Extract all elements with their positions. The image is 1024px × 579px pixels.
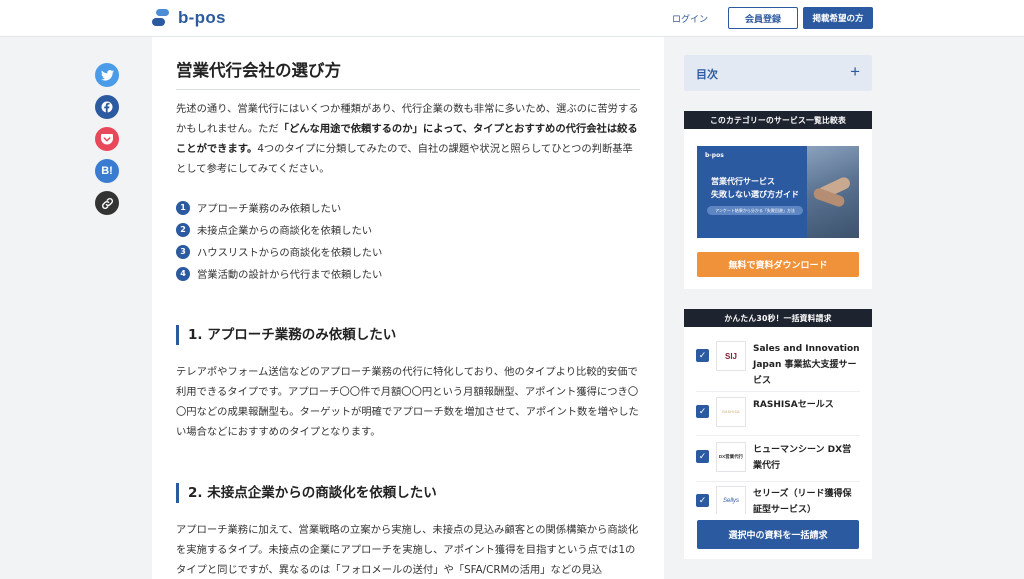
checkbox-checked-icon[interactable]: ✓ xyxy=(696,405,709,418)
service-item[interactable]: ✓ Sellys セリーズ（リード獲得保証型サービス） xyxy=(696,486,860,514)
site-logo[interactable]: b-pos xyxy=(151,8,226,28)
service-logo: SIJ xyxy=(716,341,746,371)
guide-banner[interactable]: b-pos 営業代行サービス 失敗しない選び方ガイド アンケート結果から分かる「… xyxy=(697,146,859,238)
list-number: 3 xyxy=(176,244,190,259)
plus-icon[interactable]: + xyxy=(850,62,860,82)
divider xyxy=(696,435,860,436)
social-share-bar: B! xyxy=(95,63,119,215)
intro-paragraph: 先述の通り、営業代行にはいくつか種類があり、代行企業の数も非常に多いため、選ぶの… xyxy=(176,103,639,175)
bulk-request-header: かんたん30秒！一括資料請求 xyxy=(684,309,872,327)
heading-type-1: 1. アプローチ業務のみ依頼したい xyxy=(176,325,616,345)
article-body: 営業代行会社の選び方 先述の通り、営業代行にはいくつか種類があり、代行企業の数も… xyxy=(152,37,664,579)
list-item: 1 アプローチ業務のみ依頼したい xyxy=(176,200,382,215)
twitter-icon[interactable] xyxy=(95,63,119,87)
service-name: RASHISAセールス xyxy=(753,400,834,410)
type-list: 1 アプローチ業務のみ依頼したい 2 未接点企業からの商談化を依頼したい 3 ハウスリ… xyxy=(176,200,382,281)
banner-title-line2: 失敗しない選び方ガイド xyxy=(711,190,799,199)
checkbox-checked-icon[interactable]: ✓ xyxy=(696,349,709,362)
service-item[interactable]: ✓ DX営業代行 ヒューマンシーン DX営業代行 xyxy=(696,442,860,474)
logo-text: b-pos xyxy=(178,8,226,27)
logo-mark-icon xyxy=(151,8,171,28)
paragraph-type-2: アプローチ業務に加えて、営業戦略の立案から実施し、未接点の見込み顧客との関係構築… xyxy=(176,524,639,576)
banner-title-line1: 営業代行サービス xyxy=(711,177,775,186)
checkbox-checked-icon[interactable]: ✓ xyxy=(696,450,709,463)
download-button[interactable]: 無料で資料ダウンロード xyxy=(697,252,859,277)
service-item[interactable]: ✓ SIJ Sales and Innovation Japan 事業拡大支援サ… xyxy=(696,341,860,389)
service-item[interactable]: ✓ RASHISA RASHISAセールス xyxy=(696,397,860,427)
paragraph-type-1: テレアポやフォーム送信などのアプローチ業務の代行に特化しており、他のタイプより比… xyxy=(176,366,639,438)
facebook-icon[interactable] xyxy=(95,95,119,119)
list-item: 4 営業活動の設計から代行まで依頼したい xyxy=(176,266,382,281)
service-logo: RASHISA xyxy=(716,397,746,427)
listing-request-button[interactable]: 掲載希望の方 xyxy=(803,7,873,29)
link-icon[interactable] xyxy=(95,191,119,215)
login-link[interactable]: ログイン xyxy=(672,12,708,25)
handshake-photo xyxy=(807,146,859,238)
service-name: セリーズ（リード獲得保証型サービス） xyxy=(753,489,852,514)
comparison-card: このカテゴリーのサービス一覧比較表 b-pos 営業代行サービス 失敗しない選び… xyxy=(684,111,872,289)
service-logo: Sellys xyxy=(716,486,746,514)
list-number: 1 xyxy=(176,200,190,215)
list-item: 2 未接点企業からの商談化を依頼したい xyxy=(176,222,382,237)
register-button[interactable]: 会員登録 xyxy=(728,7,798,29)
checkbox-checked-icon[interactable]: ✓ xyxy=(696,494,709,507)
section-title: 営業代行会社の選び方 xyxy=(176,57,640,90)
service-name: ヒューマンシーン DX営業代行 xyxy=(753,445,852,471)
banner-logo: b-pos xyxy=(705,152,724,159)
site-header: b-pos ログイン 会員登録 掲載希望の方 xyxy=(0,0,1024,37)
divider xyxy=(696,481,860,482)
bulk-request-button[interactable]: 選択中の資料を一括請求 xyxy=(697,520,859,549)
toc-toggle[interactable]: 目次 + xyxy=(684,55,872,91)
service-logo: DX営業代行 xyxy=(716,442,746,472)
comparison-card-header: このカテゴリーのサービス一覧比較表 xyxy=(684,111,872,129)
list-item: 3 ハウスリストからの商談化を依頼したい xyxy=(176,244,382,259)
toc-title: 目次 xyxy=(696,68,718,81)
heading-type-2: 2. 未接点企業からの商談化を依頼したい xyxy=(176,483,616,503)
list-number: 4 xyxy=(176,266,190,281)
service-name: Sales and Innovation Japan 事業拡大支援サービス xyxy=(753,344,860,386)
list-number: 2 xyxy=(176,222,190,237)
divider xyxy=(696,391,860,392)
hatena-bookmark-icon[interactable]: B! xyxy=(95,159,119,183)
banner-pill: アンケート結果から分かる「失敗回避」方法 xyxy=(707,206,803,215)
bulk-request-card: かんたん30秒！一括資料請求 ✓ SIJ Sales and Innovatio… xyxy=(684,309,872,559)
pocket-icon[interactable] xyxy=(95,127,119,151)
